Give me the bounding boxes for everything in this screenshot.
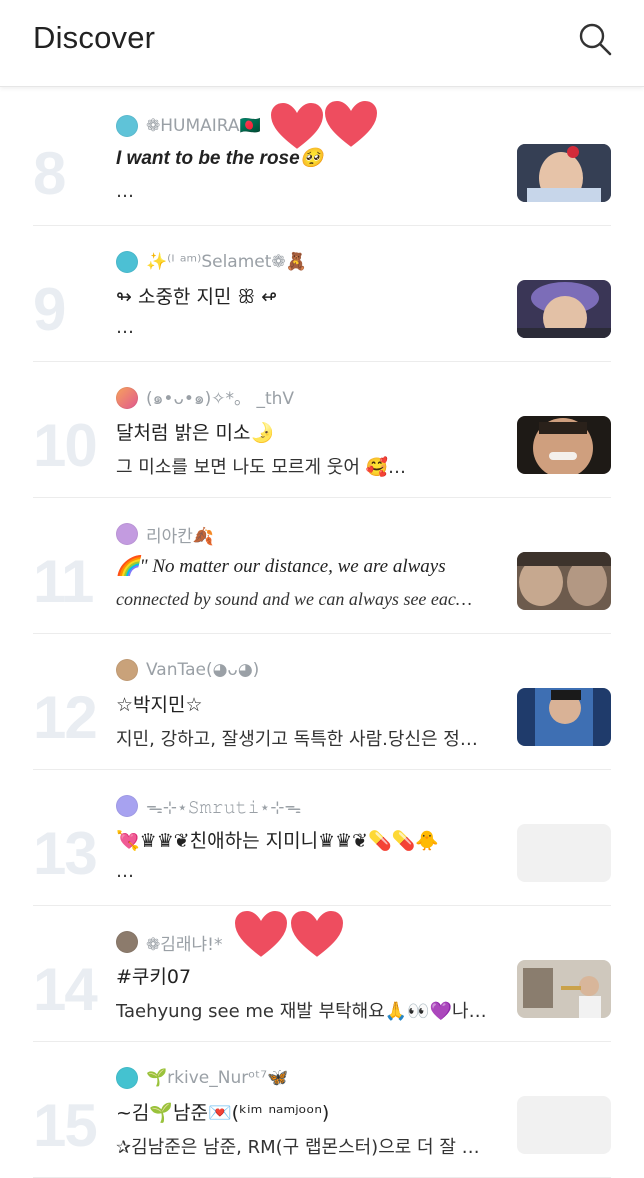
post-title[interactable]: ☆박지민☆ [116, 690, 511, 717]
list-item[interactable]: 15 🌱rkive_Nurᵒᵗ⁷🦋 ~김🌱남준💌(ᵏⁱᵐ ⁿᵃᵐʲᵒᵒⁿ) ✰김… [33, 1043, 611, 1178]
post-title[interactable]: ↬ 소중한 지민 ꕥ ↫ [116, 282, 511, 309]
rank-number: 9 [33, 276, 66, 343]
post-excerpt: ✰김남준은 남준, RM(구 랩몬스터)으로 더 잘 … [116, 1137, 480, 1158]
author[interactable]: 리아칸🍂 [116, 521, 214, 547]
post-title[interactable]: 🌈" No matter our distance, we are always [116, 554, 511, 578]
avatar [116, 387, 138, 409]
post-thumbnail[interactable] [517, 552, 611, 610]
rank-number: 10 [33, 412, 98, 479]
author-name: VanTae(◕ᴗ◕) [146, 660, 260, 680]
post-excerpt: … [116, 861, 134, 882]
search-button[interactable] [578, 22, 614, 58]
avatar [116, 659, 138, 681]
post-thumbnail[interactable] [517, 280, 611, 338]
rank-number: 12 [33, 684, 98, 751]
post-excerpt: Taehyung see me 재발 부탁해요🙏👀💜나… [116, 1001, 487, 1022]
author-name: (๑•ᴗ•๑)✧*。 _thV [146, 389, 295, 409]
page-title: Discover [33, 20, 156, 55]
list-item[interactable]: 13 ᯓ⊹⋆𝚂𝚖𝚛𝚞𝚝𝚒⋆⊹ᯓ 💘♛♛❦친애하는 지미니♛♛❦💊💊🐥 … [33, 771, 611, 906]
list-item[interactable]: 11 리아칸🍂 🌈" No matter our distance, we ar… [33, 499, 611, 634]
author-name: ❁김래냐!* [146, 934, 223, 955]
heart-sticker-icon [268, 100, 326, 152]
heart-sticker-icon [322, 98, 380, 150]
list-item[interactable]: 9 ✨⁽ᴵ ᵃᵐ⁾Selamet❁🧸 ↬ 소중한 지민 ꕥ ↫ … [33, 227, 611, 362]
author[interactable]: ❁HUMAIRA🇧🇩 [116, 113, 261, 139]
post-thumbnail[interactable] [517, 688, 611, 746]
author-name: ᯓ⊹⋆𝚂𝚖𝚛𝚞𝚝𝚒⋆⊹ᯓ [146, 797, 302, 818]
author[interactable]: 🌱rkive_Nurᵒᵗ⁷🦋 [116, 1065, 288, 1091]
post-excerpt: 지민, 강하고, 잘생기고 독특한 사람.당신은 정… [116, 729, 478, 750]
author-name: 리아칸🍂 [146, 526, 215, 547]
author[interactable]: ᯓ⊹⋆𝚂𝚖𝚛𝚞𝚝𝚒⋆⊹ᯓ [116, 793, 301, 819]
author[interactable]: VanTae(◕ᴗ◕) [116, 657, 259, 683]
post-title[interactable]: 💘♛♛❦친애하는 지미니♛♛❦💊💊🐥 [116, 826, 511, 853]
post-thumbnail[interactable] [517, 960, 611, 1018]
list-item[interactable]: 10 (๑•ᴗ•๑)✧*。 _thV 달처럼 밝은 미소🌛 그 미소를 보면 나… [33, 363, 611, 498]
avatar [116, 795, 138, 817]
author-name: ❁HUMAIRA🇧🇩 [146, 116, 261, 136]
post-thumbnail[interactable] [517, 416, 611, 474]
avatar [116, 251, 138, 273]
rank-number: 11 [33, 548, 94, 615]
post-excerpt: connected by sound and we can always see… [116, 589, 472, 609]
avatar [116, 931, 138, 953]
list-item[interactable]: 12 VanTae(◕ᴗ◕) ☆박지민☆ 지민, 강하고, 잘생기고 독특한 사… [33, 635, 611, 770]
author-name: 🌱rkive_Nurᵒᵗ⁷🦋 [146, 1068, 289, 1088]
post-title[interactable]: #쿠키07 [116, 962, 511, 989]
post-excerpt: 그 미소를 보면 나도 모르게 웃어 🥰… [116, 457, 407, 478]
post-title[interactable]: ~김🌱남준💌(ᵏⁱᵐ ⁿᵃᵐʲᵒᵒⁿ) [116, 1098, 511, 1125]
author[interactable]: ✨⁽ᴵ ᵃᵐ⁾Selamet❁🧸 [116, 249, 307, 275]
avatar [116, 115, 138, 137]
avatar [116, 1067, 138, 1089]
rank-number: 8 [33, 140, 66, 207]
rank-number: 15 [33, 1092, 98, 1159]
post-thumbnail-placeholder[interactable] [517, 824, 611, 882]
post-excerpt: … [116, 317, 134, 338]
post-title[interactable]: 달처럼 밝은 미소🌛 [116, 418, 511, 445]
post-thumbnail-placeholder[interactable] [517, 1096, 611, 1154]
top-bar: Discover [0, 0, 644, 87]
post-thumbnail[interactable] [517, 144, 611, 202]
heart-sticker-icon [288, 908, 346, 960]
heart-sticker-icon [232, 908, 290, 960]
avatar [116, 523, 138, 545]
post-excerpt: … [116, 181, 134, 202]
rank-number: 13 [33, 820, 98, 887]
author[interactable]: ❁김래냐!* [116, 929, 222, 955]
author-name: ✨⁽ᴵ ᵃᵐ⁾Selamet❁🧸 [146, 252, 307, 272]
author[interactable]: (๑•ᴗ•๑)✧*。 _thV [116, 385, 294, 411]
search-icon [579, 23, 612, 56]
rank-number: 14 [33, 956, 98, 1023]
